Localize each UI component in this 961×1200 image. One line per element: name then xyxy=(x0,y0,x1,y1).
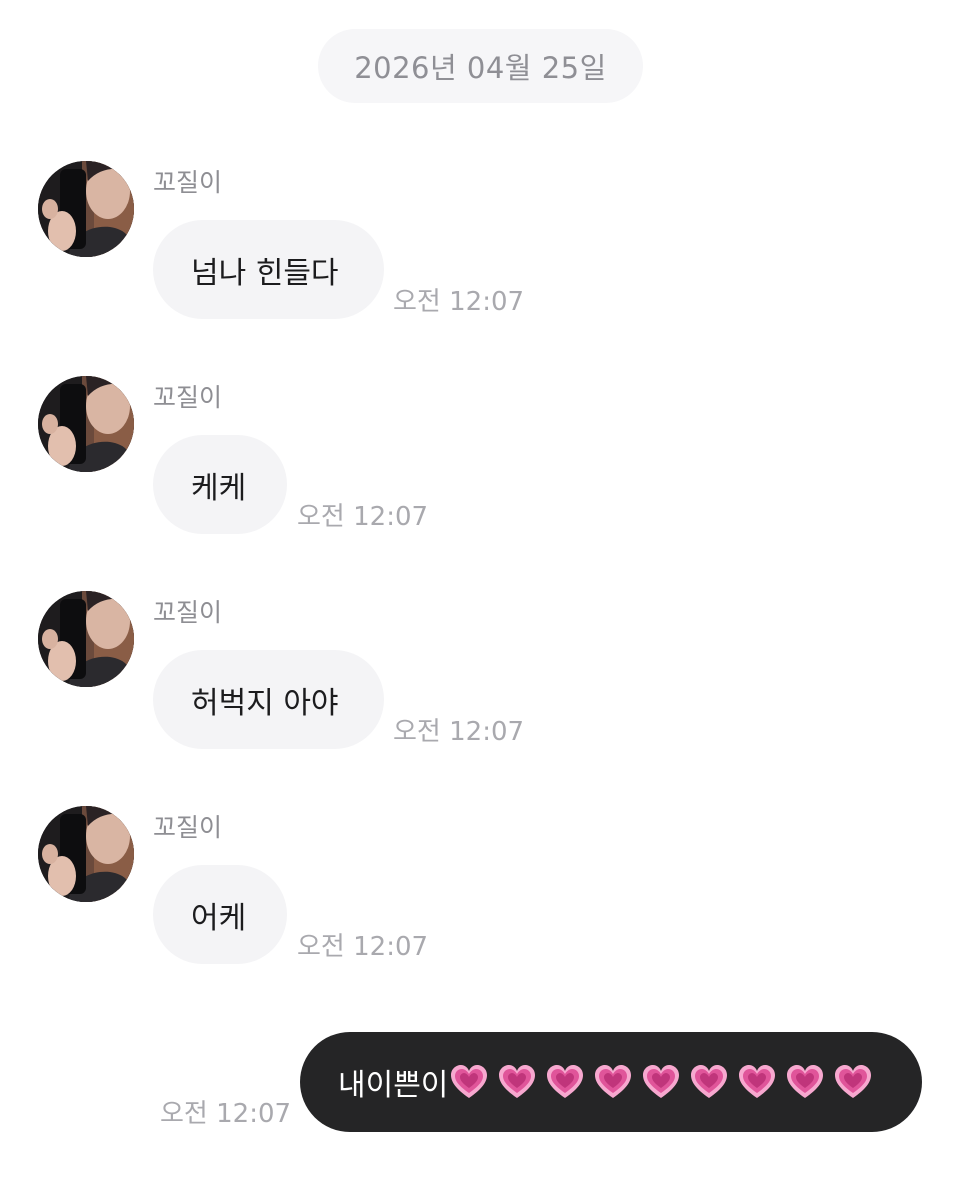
message-bubble[interactable]: 넘나 힌들다 xyxy=(153,220,384,319)
heart-icon xyxy=(546,1064,584,1100)
message-text: 어케 xyxy=(191,900,247,936)
sender-name: 꼬질이 xyxy=(153,598,223,627)
date-separator: 2026년 04월 25일 xyxy=(318,29,643,103)
heart-emoji-row xyxy=(450,1064,882,1100)
sender-name: 꼬질이 xyxy=(153,813,223,842)
heart-icon xyxy=(786,1064,824,1100)
message-text: 허벅지 아야 xyxy=(191,685,339,721)
message-text: 넘나 힌들다 xyxy=(191,255,339,291)
message-time: 오전 12:07 xyxy=(160,1099,292,1129)
heart-icon xyxy=(690,1064,728,1100)
message-time: 오전 12:07 xyxy=(297,502,429,532)
heart-icon xyxy=(450,1064,488,1100)
heart-icon xyxy=(642,1064,680,1100)
message-text: 내이쁜이 xyxy=(338,1068,449,1103)
heart-icon xyxy=(738,1064,776,1100)
sender-name: 꼬질이 xyxy=(153,168,223,197)
avatar[interactable] xyxy=(38,806,134,902)
message-bubble[interactable]: 허벅지 아야 xyxy=(153,650,384,749)
message-bubble[interactable]: 케케 xyxy=(153,435,287,534)
message-time: 오전 12:07 xyxy=(393,717,525,747)
avatar[interactable] xyxy=(38,591,134,687)
avatar[interactable] xyxy=(38,161,134,257)
message-time: 오전 12:07 xyxy=(393,287,525,317)
heart-icon xyxy=(834,1064,872,1100)
heart-icon xyxy=(594,1064,632,1100)
heart-icon xyxy=(498,1064,536,1100)
message-time: 오전 12:07 xyxy=(297,932,429,962)
message-bubble[interactable]: 어케 xyxy=(153,865,287,964)
message-text: 케케 xyxy=(191,470,247,506)
date-label: 2026년 04월 25일 xyxy=(354,51,607,85)
avatar[interactable] xyxy=(38,376,134,472)
outgoing-message-bubble[interactable]: 내이쁜이 xyxy=(300,1032,922,1132)
sender-name: 꼬질이 xyxy=(153,383,223,412)
